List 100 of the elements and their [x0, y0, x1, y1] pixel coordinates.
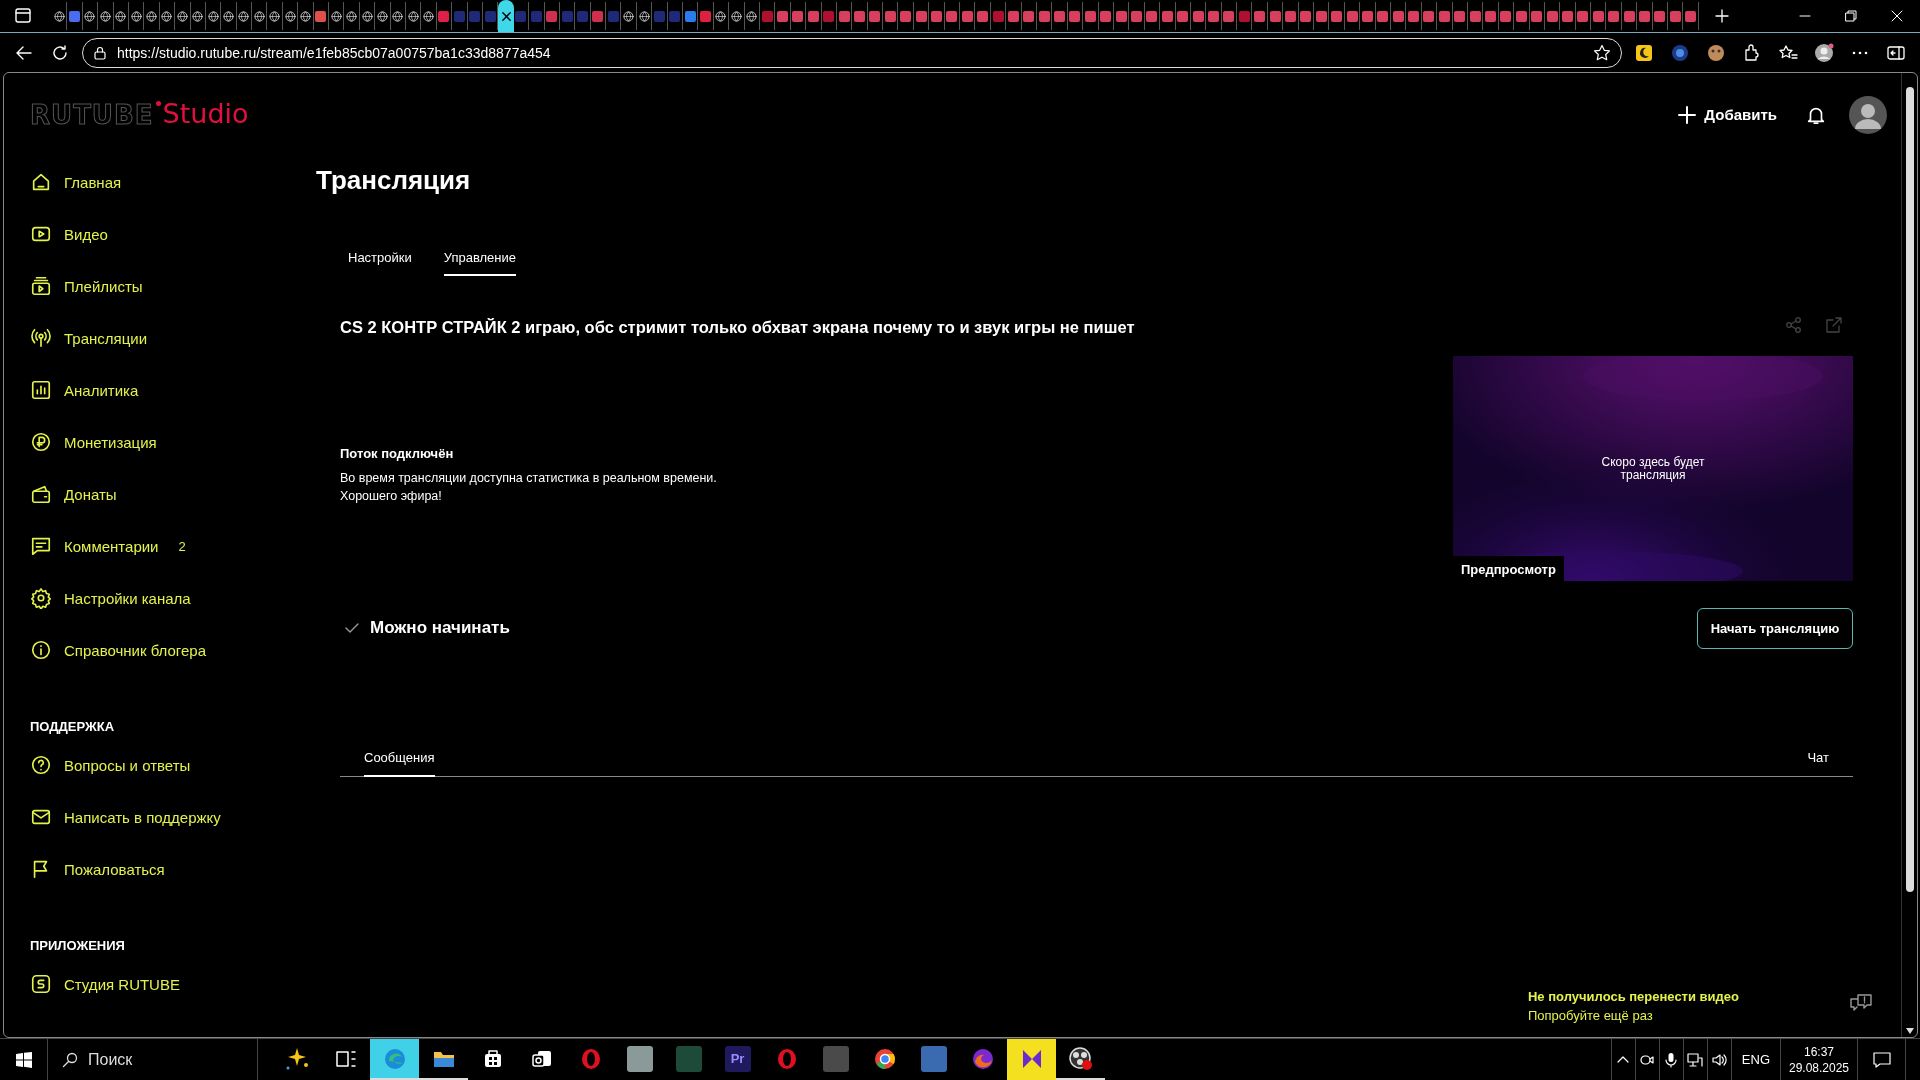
sidebar-item[interactable]: Аналитика: [30, 364, 294, 416]
windows-icon: [14, 1050, 33, 1069]
globe-icon: [207, 10, 219, 22]
add-button[interactable]: Добавить: [1672, 101, 1783, 128]
browser-tab[interactable]: [390, 2, 406, 30]
shield-icon[interactable]: [1670, 42, 1690, 63]
browser-tab[interactable]: [683, 2, 699, 30]
profile-icon[interactable]: [1814, 42, 1834, 63]
globe-icon: [392, 10, 404, 22]
browser-tab[interactable]: [98, 2, 114, 30]
recording-icon: [1067, 1045, 1094, 1072]
browser-tab[interactable]: [513, 2, 530, 30]
extensions-icon[interactable]: [1742, 42, 1762, 63]
browser-tab[interactable]: [190, 2, 206, 30]
browser-tab[interactable]: [159, 2, 176, 30]
info-icon: [30, 639, 52, 661]
tab[interactable]: Чат: [1807, 740, 1829, 777]
globe-icon: [238, 10, 250, 22]
reload-icon[interactable]: [51, 43, 69, 62]
globe-icon: [130, 10, 142, 22]
browser-tab[interactable]: [729, 2, 745, 30]
logo-text[interactable]: Studio: [162, 98, 249, 129]
retry-link[interactable]: Попробуйте ещё раз: [1528, 1008, 1739, 1023]
scrollbar[interactable]: [1901, 73, 1917, 1037]
browser-tab[interactable]: [329, 2, 345, 30]
browser-tab[interactable]: [298, 2, 314, 30]
browser-tab[interactable]: [636, 2, 653, 30]
section-heading: ПРИЛОЖЕНИЯ: [30, 936, 126, 955]
globe-icon: [623, 10, 635, 22]
browser-tab[interactable]: [359, 2, 376, 30]
tab[interactable]: Настройки: [348, 236, 412, 276]
microphone-icon[interactable]: [1663, 1051, 1680, 1068]
tab[interactable]: Сообщения: [364, 740, 435, 777]
ruble-icon: [30, 431, 52, 453]
broadcast-icon: [30, 327, 52, 349]
taskbar-app[interactable]: Pr: [713, 1039, 762, 1080]
start-stream-button[interactable]: Начать трансляцию: [1697, 607, 1853, 649]
studio-app-icon: [30, 973, 52, 995]
globe-icon: [269, 10, 281, 22]
globe-icon: [299, 10, 311, 22]
stream-title: CS 2 КОНТР СТРАЙК 2 играю, обс стримит только обхват экрана почему то и звук игры не пишет: [340, 317, 1136, 338]
search-icon: [62, 1051, 78, 1068]
globe-icon: [146, 10, 158, 22]
plus-icon: [1714, 9, 1729, 23]
browser-tab[interactable]: [82, 2, 99, 30]
globe-icon: [638, 10, 650, 22]
network-icon[interactable]: [1687, 1051, 1704, 1068]
globe-icon: [223, 10, 234, 22]
tab[interactable]: Управление: [443, 236, 517, 276]
globe-icon: [192, 10, 204, 22]
logo-dot-icon: [155, 101, 161, 106]
browser-tab[interactable]: [52, 2, 68, 30]
browser-tab[interactable]: [175, 2, 191, 30]
status-text: Хорошего эфира!: [340, 489, 443, 503]
browser-tab[interactable]: [375, 2, 391, 30]
browser-tab[interactable]: [113, 2, 129, 30]
sidebar-item[interactable]: Справочник блогера: [30, 624, 294, 676]
sidebar-item[interactable]: Пожаловаться: [30, 843, 294, 895]
browser-tab[interactable]: [252, 2, 268, 30]
browser-tab[interactable]: [144, 2, 160, 30]
sidebar-item[interactable]: Трансляции: [30, 312, 294, 364]
browser-tab[interactable]: [421, 2, 437, 30]
status-text: Во время трансляции доступна статистика в реальном времени.: [340, 471, 718, 485]
sidebar-item[interactable]: Студия RUTUBE: [30, 958, 294, 1010]
browser-tab[interactable]: [313, 2, 330, 30]
star-icon[interactable]: [1593, 43, 1611, 62]
browser-tab[interactable]: [713, 2, 730, 30]
browser-tab[interactable]: [267, 2, 283, 30]
browser-tab[interactable]: [221, 2, 237, 30]
cookie-icon[interactable]: [1706, 42, 1726, 63]
notifications-icon[interactable]: [1871, 1049, 1892, 1070]
restore-icon[interactable]: [1844, 9, 1858, 23]
browser-tab[interactable]: [744, 2, 760, 30]
sidebar-item[interactable]: Донаты: [30, 468, 294, 520]
browser-tab[interactable]: [128, 2, 145, 30]
sidebar-item[interactable]: Видео: [30, 208, 294, 260]
browser-tab[interactable]: [205, 2, 222, 30]
browser-tab[interactable]: [282, 2, 299, 30]
search-field[interactable]: Поиск: [48, 1039, 258, 1080]
help-icon: [30, 754, 52, 776]
browser-tab[interactable]: [236, 2, 253, 30]
browser-tab[interactable]: [621, 2, 637, 30]
browser-tab[interactable]: [344, 2, 360, 30]
avatar[interactable]: [1849, 95, 1887, 134]
browser-tab[interactable]: [406, 2, 422, 30]
comment-count: 2: [178, 538, 186, 554]
close-icon[interactable]: [500, 10, 512, 22]
ready-status: Можно начинать: [370, 618, 510, 638]
sidebar-item[interactable]: Монетизация: [30, 416, 294, 468]
moon-icon[interactable]: [1634, 42, 1654, 63]
sidebar-item[interactable]: Вопросы и ответы: [30, 739, 294, 791]
sidebar-item[interactable]: Плейлисты: [30, 260, 294, 312]
browser-tab[interactable]: [498, 0, 514, 32]
globe-icon: [84, 10, 96, 22]
sidebar-item[interactable]: Написать в поддержку: [30, 791, 294, 843]
sidebar-item[interactable]: Главная: [30, 156, 294, 208]
language-indicator[interactable]: ENG: [1730, 1039, 1780, 1080]
settings-icon: [30, 587, 52, 609]
scroll-down-arrow-icon[interactable]: [1904, 1027, 1915, 1035]
sidebar-item[interactable]: Настройки канала: [30, 572, 294, 624]
